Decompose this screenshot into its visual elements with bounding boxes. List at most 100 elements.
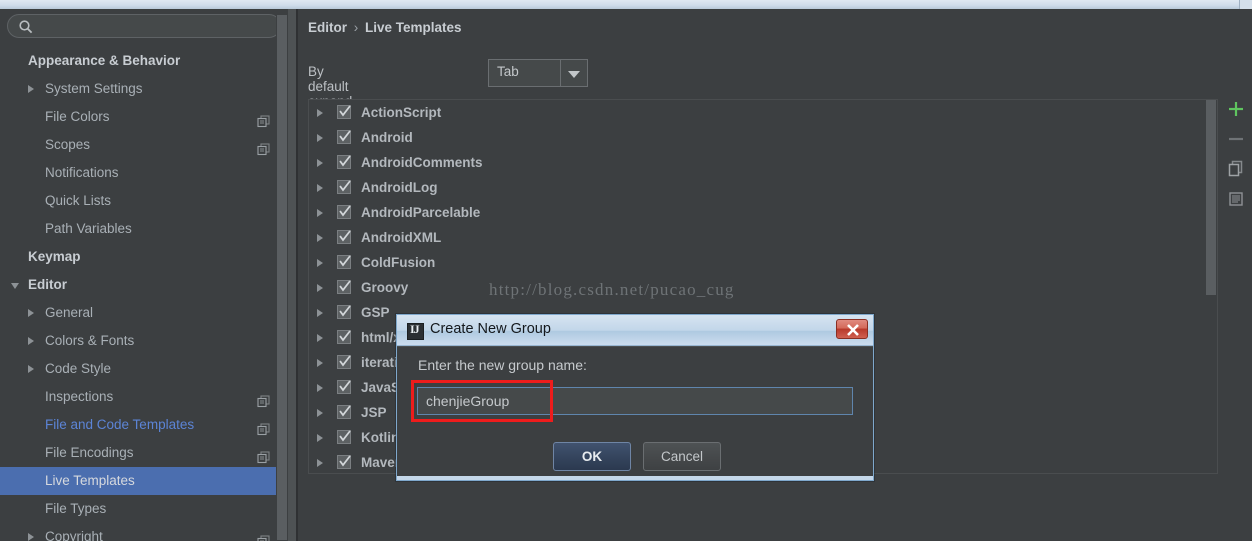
sidebar-item-code-style[interactable]: Code Style	[0, 355, 288, 383]
chevron-right-icon[interactable]	[28, 533, 34, 541]
sidebar-item-label: Editor	[28, 277, 67, 292]
chevron-right-icon[interactable]	[28, 309, 34, 317]
sidebar-item-file-types[interactable]: File Types	[0, 495, 288, 523]
sidebar-scrollbar-thumb[interactable]	[277, 15, 287, 540]
sidebar-item-label: Live Templates	[45, 473, 135, 488]
template-group-checkbox[interactable]	[337, 305, 351, 319]
chevron-right-icon[interactable]	[317, 184, 323, 192]
sidebar-item-label: Path Variables	[45, 221, 132, 236]
search-input[interactable]	[38, 17, 278, 37]
settings-sidebar: Appearance & Behavior System Settings File…	[0, 9, 288, 541]
expand-with-value: Tab	[497, 64, 519, 79]
template-group-row[interactable]: Groovy	[309, 275, 1217, 300]
sidebar-item-general[interactable]: General	[0, 299, 288, 327]
template-group-checkbox[interactable]	[337, 430, 351, 444]
breadcrumb: Editor › Live Templates	[308, 20, 462, 35]
sidebar-item-label: Appearance & Behavior	[28, 53, 181, 68]
chevron-right-icon[interactable]	[317, 334, 323, 342]
chevron-right-icon[interactable]	[317, 159, 323, 167]
copy-icon	[257, 418, 270, 436]
template-group-row[interactable]: AndroidComments	[309, 150, 1217, 175]
template-group-checkbox[interactable]	[337, 105, 351, 119]
add-template-button[interactable]	[1226, 99, 1250, 129]
templates-scrollbar-track[interactable]	[1205, 100, 1217, 473]
template-group-checkbox[interactable]	[337, 205, 351, 219]
minus-icon	[1226, 137, 1246, 152]
chevron-right-icon[interactable]	[317, 209, 323, 217]
template-group-checkbox[interactable]	[337, 280, 351, 294]
sidebar-item-quick-lists[interactable]: Quick Lists	[0, 187, 288, 215]
chevron-right-icon[interactable]	[317, 459, 323, 467]
sidebar-item-live-templates[interactable]: Live Templates	[0, 467, 288, 495]
close-button[interactable]	[836, 319, 868, 339]
chevron-right-icon[interactable]	[317, 284, 323, 292]
sidebar-item-label: Quick Lists	[45, 193, 112, 208]
sidebar-item-label: File Types	[45, 501, 107, 516]
template-group-name: Groovy	[361, 280, 409, 295]
chevron-right-icon[interactable]	[317, 384, 323, 392]
template-group-checkbox[interactable]	[337, 230, 351, 244]
template-group-row[interactable]: ColdFusion	[309, 250, 1217, 275]
chevron-right-icon[interactable]	[317, 109, 323, 117]
sidebar-item-inspections[interactable]: Inspections	[0, 383, 288, 411]
templates-scrollbar-thumb[interactable]	[1206, 100, 1216, 295]
copy-icon	[257, 446, 270, 464]
chevron-right-icon[interactable]	[28, 365, 34, 373]
sidebar-item-label: Inspections	[45, 389, 114, 404]
template-group-checkbox[interactable]	[337, 455, 351, 469]
dialog-titlebar[interactable]: IJ Create New Group	[397, 315, 873, 346]
sidebar-item-label: File Encodings	[45, 445, 134, 460]
sidebar-item-path-variables[interactable]: Path Variables	[0, 215, 288, 243]
sidebar-item-editor[interactable]: Editor	[0, 271, 288, 299]
template-group-row[interactable]: ActionScript	[309, 100, 1217, 125]
breadcrumb-separator: ›	[353, 20, 359, 35]
sidebar-item-file-colors[interactable]: File Colors	[0, 103, 288, 131]
sidebar-search[interactable]	[7, 14, 281, 38]
sidebar-scrollbar-track[interactable]	[276, 9, 288, 541]
sidebar-item-system-settings[interactable]: System Settings	[0, 75, 288, 103]
sidebar-item-file-encodings[interactable]: File Encodings	[0, 439, 288, 467]
sidebar-item-keymap[interactable]: Keymap	[0, 243, 288, 271]
sidebar-item-appearance-behavior[interactable]: Appearance & Behavior	[0, 47, 288, 75]
template-group-row[interactable]: AndroidXML	[309, 225, 1217, 250]
plus-icon	[1226, 102, 1246, 122]
template-group-checkbox[interactable]	[337, 155, 351, 169]
sidebar-item-notifications[interactable]: Notifications	[0, 159, 288, 187]
chevron-down-icon[interactable]	[11, 283, 19, 289]
template-group-row[interactable]: AndroidParcelable	[309, 200, 1217, 225]
template-group-checkbox[interactable]	[337, 130, 351, 144]
chevron-right-icon[interactable]	[317, 409, 323, 417]
template-group-checkbox[interactable]	[337, 255, 351, 269]
expand-with-select[interactable]: Tab	[488, 59, 588, 87]
chevron-right-icon[interactable]	[317, 234, 323, 242]
cancel-button[interactable]: Cancel	[643, 442, 721, 471]
chevron-right-icon[interactable]	[317, 134, 323, 142]
sidebar-item-copyright[interactable]: Copyright	[0, 523, 288, 541]
restore-defaults-button[interactable]	[1226, 189, 1250, 219]
sidebar-item-colors-fonts[interactable]: Colors & Fonts	[0, 327, 288, 355]
template-group-checkbox[interactable]	[337, 355, 351, 369]
chevron-right-icon[interactable]	[28, 85, 34, 93]
template-group-checkbox[interactable]	[337, 405, 351, 419]
remove-template-button[interactable]	[1226, 129, 1250, 159]
chevron-right-icon[interactable]	[317, 309, 323, 317]
chevron-right-icon[interactable]	[317, 434, 323, 442]
template-group-row[interactable]: AndroidLog	[309, 175, 1217, 200]
chevron-right-icon[interactable]	[317, 259, 323, 267]
sidebar-item-file-and-code-templates[interactable]: File and Code Templates	[0, 411, 288, 439]
sidebar-item-scopes[interactable]: Scopes	[0, 131, 288, 159]
template-group-checkbox[interactable]	[337, 380, 351, 394]
group-name-input[interactable]	[417, 387, 853, 415]
duplicate-template-button[interactable]	[1226, 159, 1250, 189]
template-group-checkbox[interactable]	[337, 180, 351, 194]
chevron-right-icon[interactable]	[317, 359, 323, 367]
expand-with-dropdown-button[interactable]	[560, 60, 587, 86]
dialog-body: Enter the new group name: OK Cancel	[397, 346, 873, 478]
template-group-row[interactable]: Android	[309, 125, 1217, 150]
template-group-checkbox[interactable]	[337, 330, 351, 344]
template-group-name: AndroidXML	[361, 230, 442, 245]
breadcrumb-parent[interactable]: Editor	[308, 20, 347, 35]
ok-button[interactable]: OK	[553, 442, 631, 471]
app-icon: IJ	[407, 322, 424, 340]
chevron-right-icon[interactable]	[28, 337, 34, 345]
